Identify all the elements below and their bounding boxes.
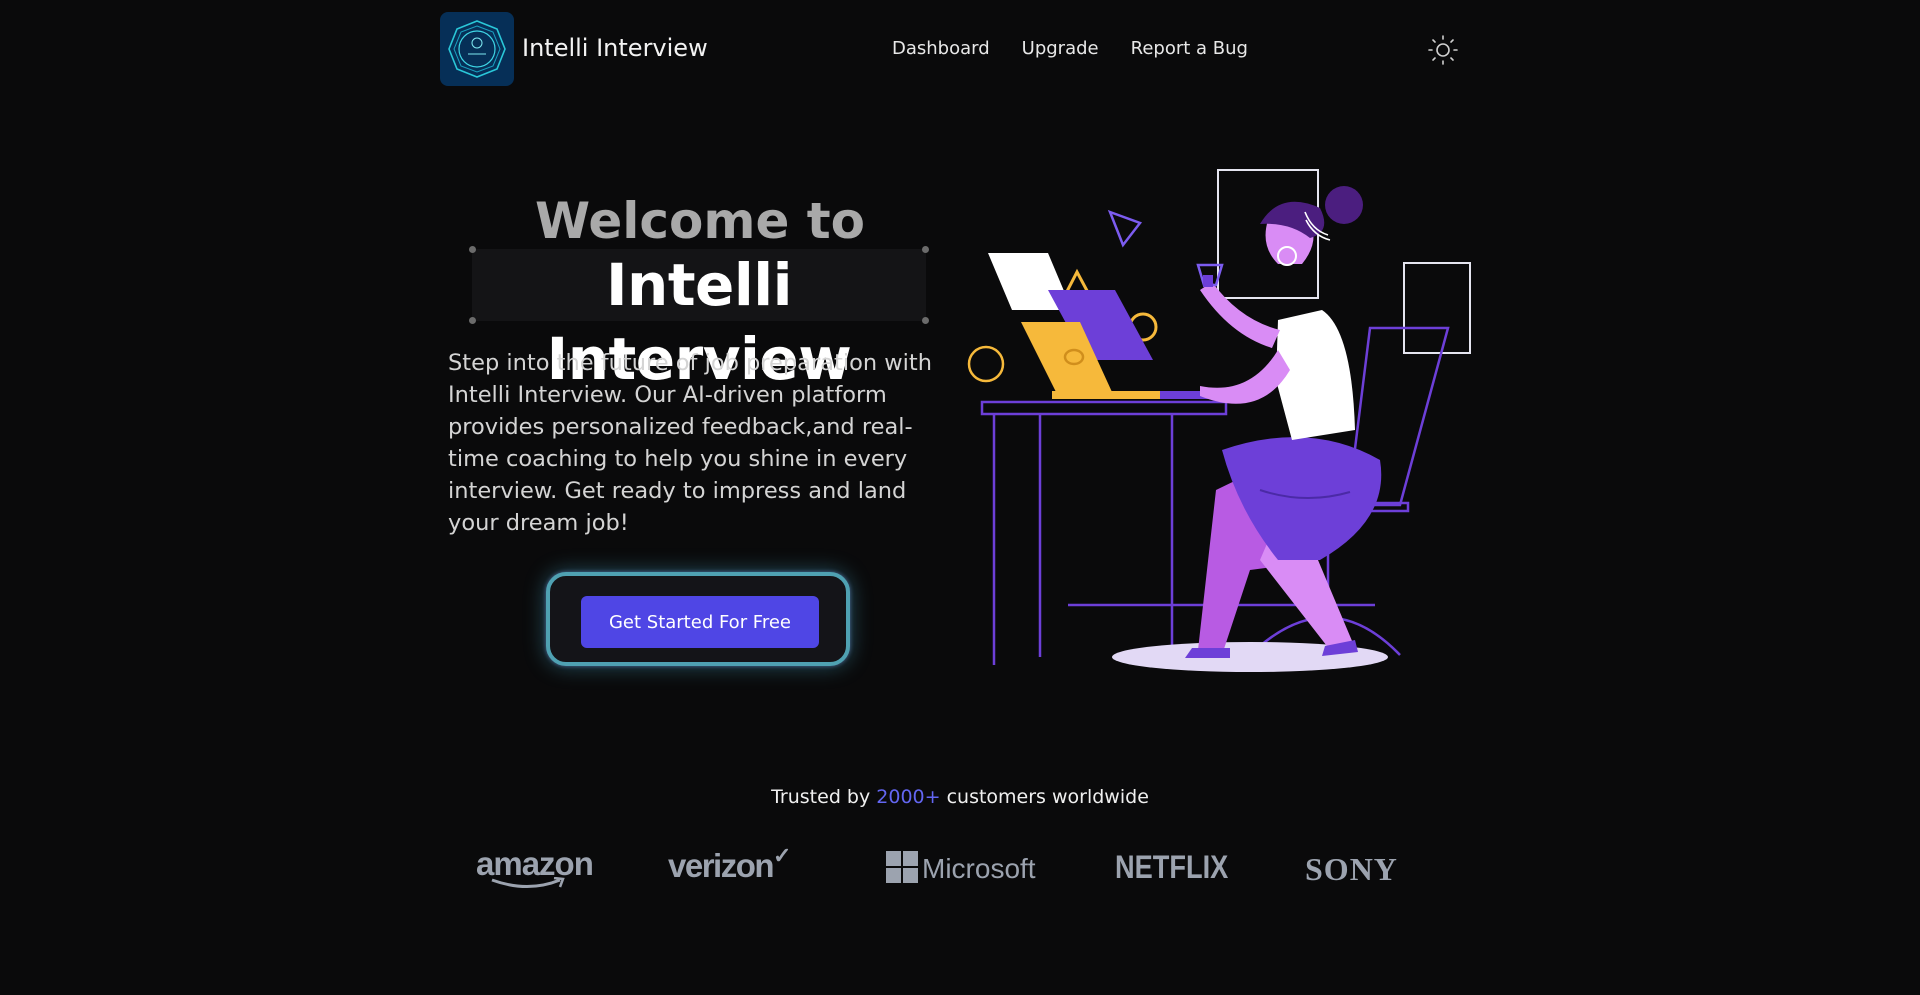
- customer-logos-row: amazon verizon✓ Microsoft NETFLIX SONY: [0, 843, 1920, 895]
- nav-link-upgrade[interactable]: Upgrade: [1022, 38, 1099, 59]
- sony-logo: SONY: [1305, 851, 1398, 887]
- netflix-logo: NETFLIX: [1115, 849, 1229, 885]
- get-started-button[interactable]: Get Started For Free: [581, 596, 819, 648]
- nav-link-report-bug[interactable]: Report a Bug: [1131, 38, 1248, 59]
- amazon-smile-icon: [491, 877, 565, 888]
- verizon-check-icon: ✓: [773, 843, 791, 868]
- theme-toggle-button[interactable]: [1427, 34, 1459, 66]
- microsoft-logo: Microsoft: [886, 851, 1036, 885]
- top-navbar: Intelli Interview Dashboard Upgrade Repo…: [0, 0, 1920, 100]
- nav-link-dashboard[interactable]: Dashboard: [892, 38, 990, 59]
- hero-description: Step into the future of job preparation …: [448, 350, 932, 536]
- woman-at-laptop-illustration: [967, 169, 1471, 672]
- trusted-suffix: customers worldwide: [940, 786, 1149, 808]
- trusted-by-text: Trusted by 2000+ customers worldwide: [0, 786, 1920, 808]
- logo-emblem-icon: [448, 20, 506, 78]
- customer-count: 2000+: [876, 786, 941, 808]
- verizon-wordmark: verizon: [668, 847, 775, 884]
- brand-logo[interactable]: [440, 12, 514, 86]
- trusted-prefix: Trusted by: [771, 786, 877, 808]
- microsoft-squares-icon: [886, 851, 918, 883]
- welcome-heading: Welcome to: [534, 192, 866, 250]
- amazon-logo: amazon: [476, 845, 594, 888]
- microsoft-wordmark: Microsoft: [922, 853, 1036, 884]
- sun-icon: [1428, 35, 1458, 65]
- verizon-logo: verizon✓: [668, 843, 791, 885]
- main-nav: Dashboard Upgrade Report a Bug: [892, 38, 1248, 59]
- brand-name[interactable]: Intelli Interview: [522, 34, 708, 62]
